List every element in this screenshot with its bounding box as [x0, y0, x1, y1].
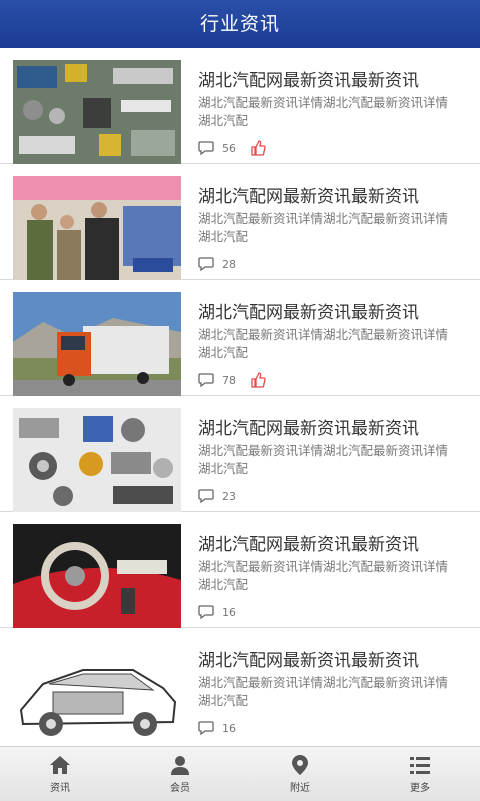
comment-icon: [198, 141, 214, 155]
article-meta: 16: [198, 720, 236, 736]
list-item[interactable]: 湖北汽配网最新资讯最新资讯 湖北汽配最新资讯详情湖北汽配最新资讯详情湖北汽配 1…: [0, 512, 480, 628]
comment-count: 78: [222, 373, 236, 387]
article-summary: 湖北汽配最新资讯详情湖北汽配最新资讯详情湖北汽配: [198, 443, 449, 476]
list-item[interactable]: 湖北汽配网最新资讯最新资讯 湖北汽配最新资讯详情湖北汽配最新资讯详情湖北汽配 1…: [0, 628, 480, 744]
tab-label: 附近: [290, 783, 310, 794]
list-item[interactable]: 湖北汽配网最新资讯最新资讯 湖北汽配最新资讯详情湖北汽配最新资讯详情湖北汽配 7…: [0, 280, 480, 396]
tab-nearby[interactable]: 附近: [240, 747, 360, 801]
article-summary: 湖北汽配最新资讯详情湖北汽配最新资讯详情湖北汽配: [198, 559, 449, 592]
comment-count: 16: [222, 721, 236, 735]
comment-count: 16: [222, 605, 236, 619]
article-meta: 56: [198, 140, 266, 156]
comment-icon: [198, 605, 214, 619]
article-thumbnail: [13, 60, 181, 164]
like-icon[interactable]: [250, 372, 266, 388]
comment-count: 28: [222, 257, 236, 271]
list-item[interactable]: 湖北汽配网最新资讯最新资讯 湖北汽配最新资讯详情湖北汽配最新资讯详情湖北汽配 2…: [0, 164, 480, 280]
article-title[interactable]: 湖北汽配网最新资讯最新资讯: [198, 530, 468, 555]
home-icon: [50, 756, 70, 774]
list-item[interactable]: 湖北汽配网最新资讯最新资讯 湖北汽配最新资讯详情湖北汽配最新资讯详情湖北汽配 2…: [0, 396, 480, 512]
tab-member[interactable]: 会员: [120, 747, 240, 801]
like-icon[interactable]: [250, 140, 266, 156]
list-item[interactable]: 湖北汽配网最新资讯最新资讯 湖北汽配最新资讯详情湖北汽配最新资讯详情湖北汽配 5…: [0, 48, 480, 164]
article-title[interactable]: 湖北汽配网最新资讯最新资讯: [198, 66, 468, 91]
article-title[interactable]: 湖北汽配网最新资讯最新资讯: [198, 414, 468, 439]
comment-count: 23: [222, 489, 236, 503]
article-thumbnail: [13, 176, 181, 280]
tab-news[interactable]: 资讯: [0, 747, 120, 801]
article-summary: 湖北汽配最新资讯详情湖北汽配最新资讯详情湖北汽配: [198, 327, 449, 360]
comment-count: 56: [222, 141, 236, 155]
tab-label: 会员: [170, 783, 190, 794]
article-thumbnail: [13, 292, 181, 396]
menu-list-icon: [410, 757, 430, 774]
article-title[interactable]: 湖北汽配网最新资讯最新资讯: [198, 646, 468, 671]
article-meta: 28: [198, 256, 236, 272]
article-meta: 23: [198, 488, 236, 504]
article-summary: 湖北汽配最新资讯详情湖北汽配最新资讯详情湖北汽配: [198, 95, 449, 128]
bottom-tab-bar: 资讯 会员 附近 更多: [0, 746, 480, 801]
article-thumbnail: [13, 408, 181, 512]
tab-label: 资讯: [50, 783, 70, 794]
comment-icon: [198, 257, 214, 271]
article-thumbnail: [13, 524, 181, 628]
comment-icon: [198, 373, 214, 387]
article-summary: 湖北汽配最新资讯详情湖北汽配最新资讯详情湖北汽配: [198, 675, 449, 708]
tab-more[interactable]: 更多: [360, 747, 480, 801]
article-meta: 16: [198, 604, 236, 620]
location-pin-icon: [292, 755, 308, 775]
article-meta: 78: [198, 372, 266, 388]
tab-label: 更多: [410, 783, 430, 794]
comment-icon: [198, 721, 214, 735]
comment-icon: [198, 489, 214, 503]
article-thumbnail: [13, 640, 181, 744]
news-list: 湖北汽配网最新资讯最新资讯 湖北汽配最新资讯详情湖北汽配最新资讯详情湖北汽配 5…: [0, 48, 480, 744]
article-title[interactable]: 湖北汽配网最新资讯最新资讯: [198, 182, 468, 207]
page-title: 行业资讯: [0, 0, 480, 48]
article-title[interactable]: 湖北汽配网最新资讯最新资讯: [198, 298, 468, 323]
user-icon: [171, 756, 189, 775]
article-summary: 湖北汽配最新资讯详情湖北汽配最新资讯详情湖北汽配: [198, 211, 449, 244]
